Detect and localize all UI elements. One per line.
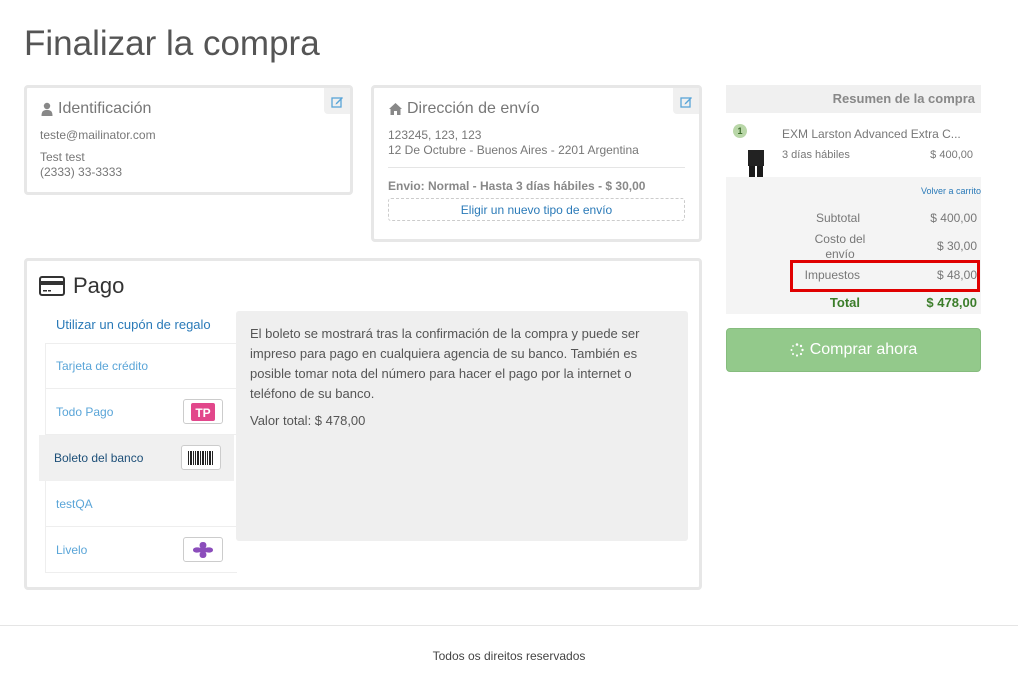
gift-coupon-link[interactable]: Utilizar un cupón de regalo <box>56 317 211 332</box>
payment-method-boleto[interactable]: Boleto del banco <box>39 435 234 481</box>
shipping-method: Envio: Normal - Hasta 3 días hábiles - $… <box>388 179 646 193</box>
edit-icon <box>679 96 692 108</box>
item-quantity-badge: 1 <box>733 124 747 138</box>
customer-email: teste@mailinator.com <box>40 128 156 142</box>
page-title: Finalizar la compra <box>24 24 320 63</box>
barcode-icon <box>181 445 221 470</box>
payment-title: Pago <box>39 273 124 299</box>
livelo-logo <box>183 537 223 562</box>
shipping-title-text: Dirección de envío <box>407 100 540 117</box>
edit-icon <box>330 96 343 108</box>
payment-method-testqa[interactable]: testQA <box>45 481 237 527</box>
subtotal-label: Subtotal <box>815 211 860 225</box>
buy-now-button[interactable]: Comprar ahora <box>726 328 981 372</box>
payment-method-todo-pago[interactable]: Todo Pago TP <box>45 389 237 435</box>
payment-description: El boleto se mostrará tras la confirmaci… <box>236 311 688 541</box>
summary-title: Resumen de la compra <box>726 85 981 113</box>
svg-text:TP: TP <box>195 406 210 420</box>
summary-totals: Volver a carrito Subtotal $ 400,00 Costo… <box>726 177 981 314</box>
home-icon <box>389 103 402 115</box>
identification-title: Identificación <box>40 100 151 118</box>
payment-title-text: Pago <box>73 273 125 298</box>
subtotal-value: $ 400,00 <box>930 211 977 225</box>
customer-name: Test test <box>40 150 85 164</box>
payment-method-label: Boleto del banco <box>54 450 144 465</box>
total-value: $ 478,00 <box>926 295 977 310</box>
payment-panel: Pago Utilizar un cupón de regalo Tarjeta… <box>24 258 702 590</box>
payment-method-label: Tarjeta de crédito <box>56 359 149 373</box>
identification-panel: Identificación teste@mailinator.com Test… <box>24 85 353 195</box>
buy-now-label: Comprar ahora <box>809 341 918 358</box>
shipping-panel: Dirección de envío 123245, 123, 123 12 D… <box>371 85 702 242</box>
spinner-icon <box>790 343 804 357</box>
shipping-title: Dirección de envío <box>388 100 540 118</box>
customer-phone: (2333) 33-3333 <box>40 165 123 179</box>
payment-method-credit-card[interactable]: Tarjeta de crédito <box>45 343 237 389</box>
item-name[interactable]: EXM Larston Advanced Extra C... <box>782 127 961 141</box>
footer-text: Todos os direitos reservados <box>432 649 586 663</box>
summary-item <box>726 113 981 196</box>
payment-total-value: Valor total: $ 478,00 <box>250 413 366 428</box>
edit-shipping-button[interactable] <box>673 88 699 114</box>
total-label: Total <box>829 295 860 310</box>
boleto-description: El boleto se mostrará tras la confirmaci… <box>250 326 640 401</box>
change-shipping-button[interactable]: Eligir un nuevo tipo de envío <box>388 198 685 221</box>
user-icon <box>41 102 53 116</box>
payment-method-label: testQA <box>56 496 93 511</box>
address-line-2: 12 De Octubre - Buenos Aires - 2201 Arge… <box>388 143 639 157</box>
item-delivery-time: 3 días hábiles <box>782 149 850 161</box>
credit-card-icon <box>39 276 65 296</box>
shipping-cost-label: Costo del envío <box>814 232 866 261</box>
todopago-logo: TP <box>183 399 223 424</box>
footer-divider <box>0 625 1018 626</box>
address-line-1: 123245, 123, 123 <box>388 128 482 142</box>
divider <box>388 167 685 168</box>
payment-method-label: Livelo <box>56 542 88 557</box>
payment-method-label: Todo Pago <box>56 404 114 419</box>
shipping-cost-value: $ 30,00 <box>936 239 977 253</box>
tax-highlight-box <box>790 260 980 292</box>
payment-methods-list: Tarjeta de crédito Todo Pago TP Boleto d… <box>39 343 237 573</box>
item-price: $ 400,00 <box>930 149 973 161</box>
back-to-cart-link[interactable]: Volver a carrito <box>921 186 981 196</box>
payment-method-livelo[interactable]: Livelo <box>45 527 237 573</box>
edit-identification-button[interactable] <box>324 88 350 114</box>
identification-title-text: Identificación <box>58 100 152 117</box>
